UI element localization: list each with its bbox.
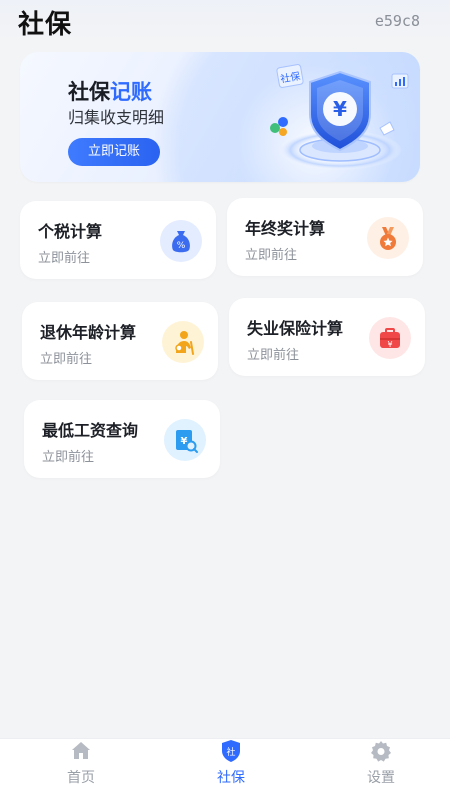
card-go-link: 立即前往 bbox=[40, 352, 93, 367]
header-code: e59c8 bbox=[374, 12, 420, 30]
tax-calculator-card[interactable]: 个税计算 立即前往 % bbox=[20, 201, 216, 279]
card-title: 失业保险计算 bbox=[247, 319, 344, 338]
unemployment-insurance-card[interactable]: 失业保险计算 立即前往 ¥ bbox=[229, 298, 425, 376]
top-bar: 社保 e59c8 bbox=[0, 0, 450, 46]
retirement-age-card[interactable]: 退休年龄计算 立即前往 bbox=[22, 302, 218, 380]
bottom-tab-bar: 首页 社 社保 设置 bbox=[0, 738, 450, 800]
briefcase-icon: ¥ bbox=[369, 317, 411, 359]
shield-illustration: ¥ 社保 bbox=[270, 64, 409, 170]
svg-text:社: 社 bbox=[226, 746, 235, 758]
retiree-icon bbox=[162, 321, 204, 363]
tab-label: 社保 bbox=[217, 770, 245, 786]
tab-label: 设置 bbox=[367, 770, 395, 786]
record-now-button[interactable]: 立即记账 bbox=[68, 138, 160, 166]
card-title: 退休年龄计算 bbox=[40, 323, 137, 342]
page-title: 社保 bbox=[18, 10, 73, 40]
card-go-link: 立即前往 bbox=[245, 248, 298, 263]
card-title: 年终奖计算 bbox=[245, 219, 326, 238]
tab-home[interactable]: 首页 bbox=[31, 739, 131, 800]
medal-icon bbox=[367, 217, 409, 259]
card-title: 个税计算 bbox=[38, 222, 103, 241]
home-icon bbox=[72, 742, 90, 759]
banner-title: 社保记账 bbox=[68, 76, 152, 106]
gear-icon bbox=[371, 741, 391, 762]
tab-settings[interactable]: 设置 bbox=[331, 739, 431, 800]
banner-subtitle: 归集收支明细 bbox=[68, 108, 165, 127]
wage-search-icon: ¥ bbox=[164, 419, 206, 461]
banner-title-main: 社保 bbox=[68, 80, 110, 104]
card-go-link: 立即前往 bbox=[42, 450, 95, 465]
tab-label: 首页 bbox=[67, 770, 95, 786]
card-title: 最低工资查询 bbox=[42, 421, 139, 440]
minimum-wage-card[interactable]: 最低工资查询 立即前往 ¥ bbox=[24, 400, 220, 478]
bookkeeping-banner[interactable]: 社保记账 归集收支明细 立即记账 ¥ 社保 bbox=[20, 52, 420, 182]
tax-bag-icon: % bbox=[160, 220, 202, 262]
banner-title-accent: 记账 bbox=[110, 80, 152, 104]
coin-symbol: ¥ bbox=[333, 97, 347, 121]
card-go-link: 立即前往 bbox=[38, 251, 91, 266]
card-go-link: 立即前往 bbox=[247, 348, 300, 363]
svg-text:%: % bbox=[177, 241, 186, 251]
shield-icon: 社 bbox=[222, 740, 240, 762]
tab-social-security[interactable]: 社 社保 bbox=[181, 739, 281, 800]
year-end-bonus-card[interactable]: 年终奖计算 立即前往 bbox=[227, 198, 423, 276]
svg-text:¥: ¥ bbox=[387, 340, 392, 349]
